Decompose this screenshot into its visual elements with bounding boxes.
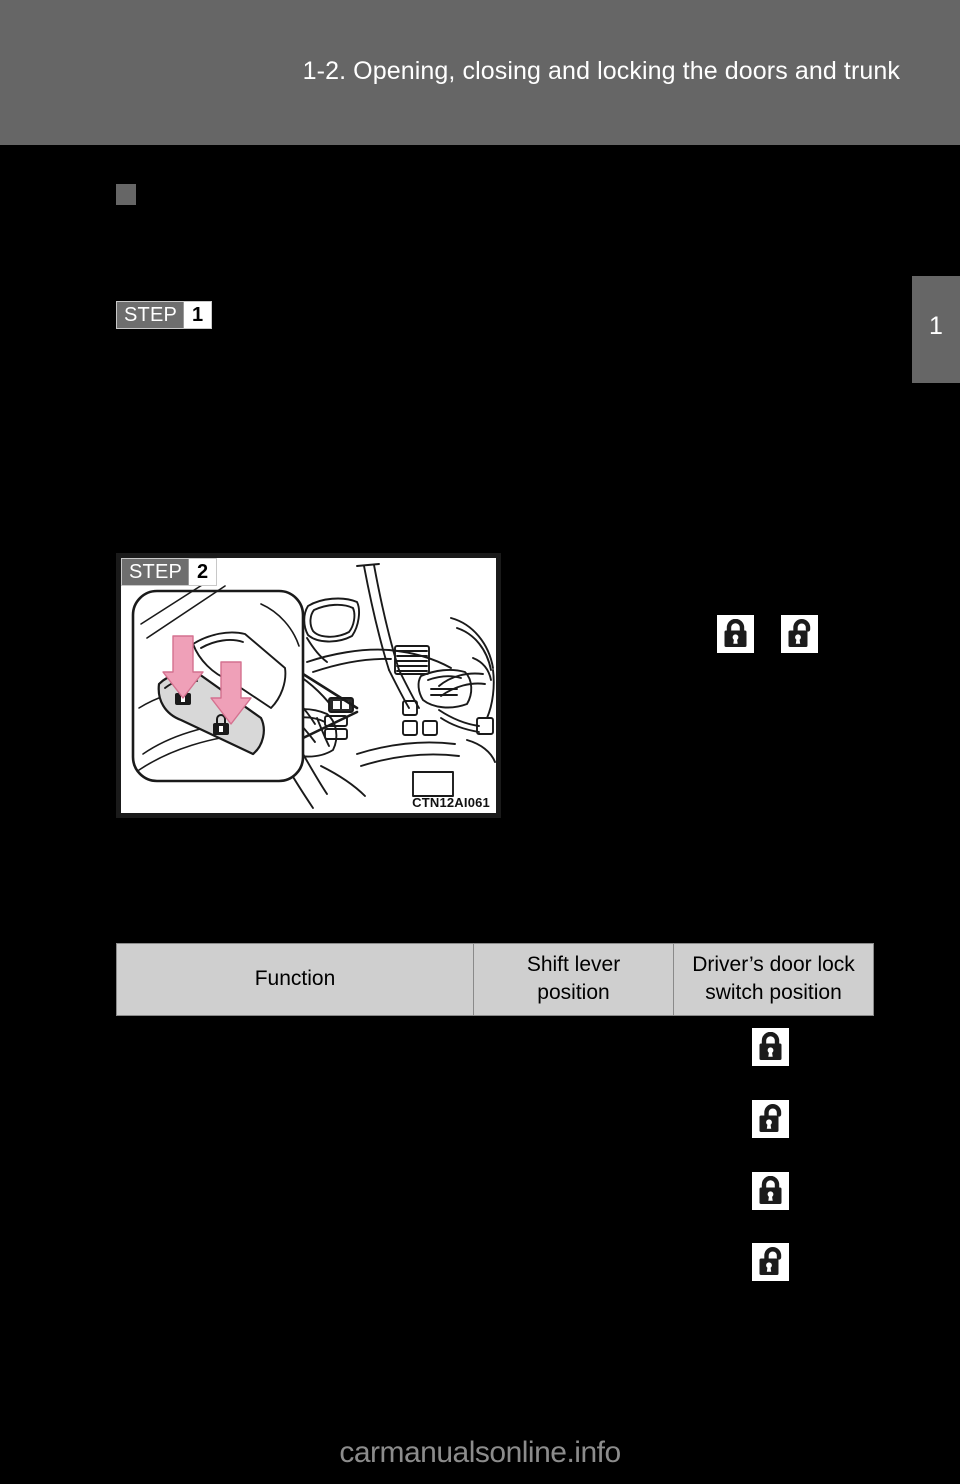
table-header-row: Function Shift lever position Driver’s d… xyxy=(116,943,874,1016)
page-title: 1-2. Opening, closing and locking the do… xyxy=(302,57,900,85)
lock-icon-glyph xyxy=(724,619,747,647)
step-2-label: STEP xyxy=(122,559,189,585)
table-header-switch-position-line1: Driver’s door lock xyxy=(692,953,855,976)
illustration-canvas: STEP 2 CTN12AI061 xyxy=(121,558,496,813)
lock-icon xyxy=(717,615,754,653)
function-table: Function Shift lever position Driver’s d… xyxy=(116,943,874,1016)
table-header-shift-lever: Shift lever position xyxy=(473,943,674,1016)
chapter-tab[interactable]: 1 xyxy=(912,276,960,383)
footer-watermark: carmanualsonline.info xyxy=(339,1436,621,1469)
step-1-label: STEP xyxy=(117,302,184,328)
step-1-number: 1 xyxy=(183,302,212,328)
door-lock-switch-illustration xyxy=(131,563,496,809)
table-header-switch-position: Driver’s door lock switch position xyxy=(673,943,874,1016)
illustration-figure: STEP 2 CTN12AI061 xyxy=(116,553,501,818)
page-header: 1-2. Opening, closing and locking the do… xyxy=(0,0,960,145)
step-1-badge: STEP 1 xyxy=(116,301,213,329)
figure-caption: CTN12AI061 xyxy=(412,795,490,810)
unlock-icon xyxy=(752,1243,789,1281)
page-root: 1-2. Opening, closing and locking the do… xyxy=(0,0,960,1484)
lock-icon xyxy=(752,1172,789,1210)
unlock-icon-glyph xyxy=(759,1104,782,1132)
step-2-badge: STEP 2 xyxy=(121,558,218,586)
lock-icon-glyph xyxy=(759,1176,782,1204)
table-header-function: Function xyxy=(116,943,474,1016)
step-2-number: 2 xyxy=(188,559,217,585)
lock-icon xyxy=(752,1028,789,1066)
table-header-switch-position-line2: switch position xyxy=(705,981,842,1004)
table-header-shift-lever-line2: position xyxy=(537,981,610,1004)
chapter-tab-number: 1 xyxy=(929,312,943,340)
unlock-icon xyxy=(781,615,818,653)
unlock-icon-glyph xyxy=(788,619,811,647)
lock-icon-glyph xyxy=(759,1032,782,1060)
unlock-icon xyxy=(752,1100,789,1138)
section-bullet-icon xyxy=(116,184,136,205)
table-header-shift-lever-line1: Shift lever xyxy=(526,953,621,976)
unlock-icon-glyph xyxy=(759,1247,782,1275)
